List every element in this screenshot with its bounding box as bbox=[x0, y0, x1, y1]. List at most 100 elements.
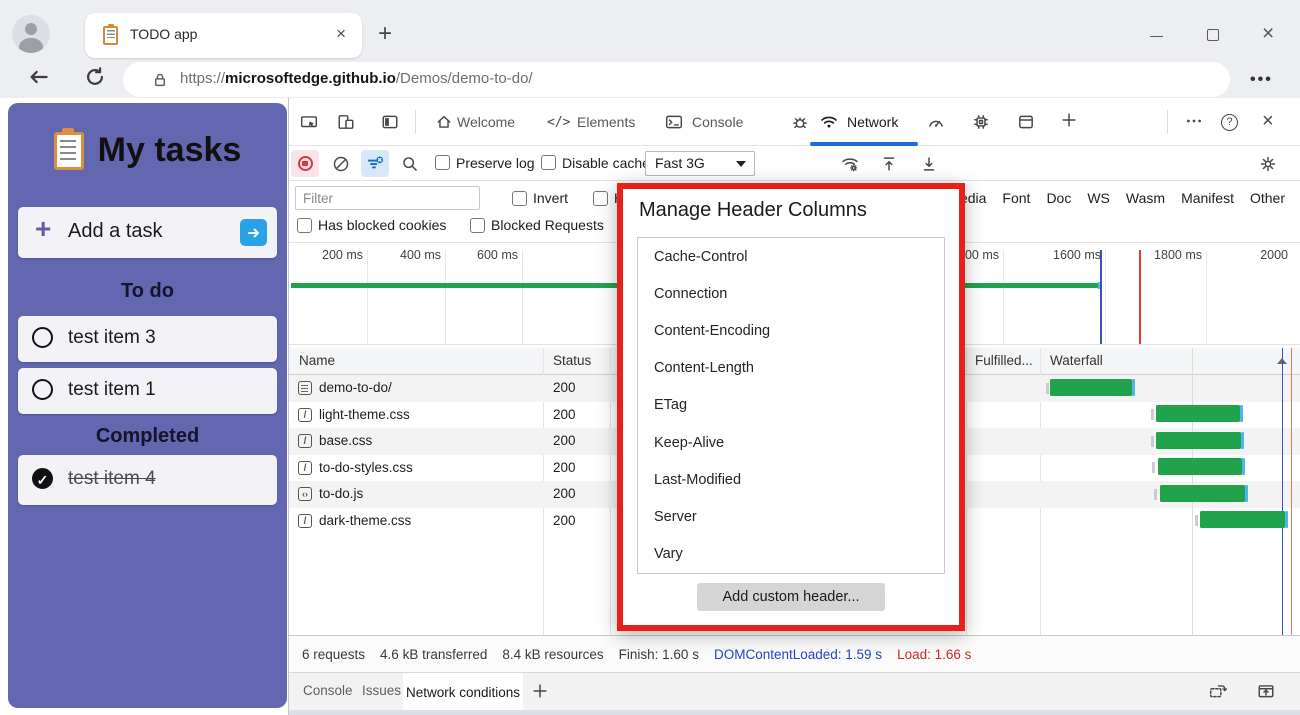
network-toolbar: Preserve log Disable cache Fast 3G bbox=[289, 146, 1300, 181]
chip-other[interactable]: Other bbox=[1250, 190, 1285, 206]
activity-bar-icon[interactable] bbox=[381, 113, 399, 134]
debugger-bug-icon[interactable] bbox=[791, 113, 809, 134]
performance-gauge-icon[interactable] bbox=[927, 113, 945, 134]
application-icon[interactable] bbox=[1017, 113, 1035, 134]
minimize-button[interactable] bbox=[1150, 36, 1163, 37]
elements-code-icon[interactable]: </> bbox=[547, 115, 570, 130]
tab-close-icon[interactable]: × bbox=[336, 24, 346, 44]
clear-button[interactable] bbox=[327, 150, 355, 177]
browser-tab[interactable]: TODO app × bbox=[85, 13, 362, 58]
profile-avatar[interactable] bbox=[12, 15, 50, 53]
header-option[interactable]: ETag bbox=[638, 387, 944, 424]
todo-panel: My tasks + Add a task To do test item 3 … bbox=[8, 103, 287, 708]
window-bottom-edge bbox=[289, 710, 1300, 715]
wifi-gear-icon bbox=[841, 155, 859, 173]
inspect-icon[interactable] bbox=[300, 113, 318, 134]
column-waterfall[interactable]: Waterfall bbox=[1050, 353, 1103, 368]
waterfall-bar[interactable] bbox=[1200, 511, 1285, 528]
column-name[interactable]: Name bbox=[299, 353, 335, 368]
new-tab-button[interactable]: + bbox=[378, 20, 392, 48]
memory-chip-icon[interactable] bbox=[972, 113, 990, 134]
filter-button[interactable] bbox=[361, 150, 389, 177]
separator bbox=[415, 110, 416, 134]
header-option[interactable]: Content-Encoding bbox=[638, 312, 944, 349]
header-option[interactable]: Server bbox=[638, 499, 944, 536]
header-option[interactable]: Content-Length bbox=[638, 350, 944, 387]
add-task-submit-button[interactable] bbox=[240, 219, 267, 246]
header-option[interactable]: Cache-Control bbox=[638, 238, 944, 275]
import-har-button[interactable] bbox=[875, 150, 903, 177]
header-option[interactable]: Keep-Alive bbox=[638, 424, 944, 461]
drawer-add-tab-icon[interactable] bbox=[531, 682, 549, 703]
browser-menu-button[interactable]: ••• bbox=[1250, 71, 1273, 89]
expand-drawer-icon[interactable] bbox=[1257, 682, 1275, 703]
chip-ws[interactable]: WS bbox=[1087, 190, 1110, 206]
window-close-button[interactable]: × bbox=[1262, 22, 1274, 46]
checked-circle-icon[interactable]: ✓ bbox=[32, 468, 53, 489]
console-icon[interactable] bbox=[665, 113, 683, 134]
device-emulation-icon[interactable] bbox=[337, 113, 355, 134]
has-blocked-cookies-checkbox[interactable] bbox=[297, 218, 312, 233]
waterfall-bar[interactable] bbox=[1160, 485, 1245, 502]
disable-cache-checkbox[interactable] bbox=[541, 155, 556, 170]
devtools-close-icon[interactable]: × bbox=[1262, 110, 1274, 133]
plus-icon: + bbox=[35, 213, 51, 245]
header-option[interactable]: Last-Modified bbox=[638, 461, 944, 498]
chip-font[interactable]: Font bbox=[1002, 190, 1030, 206]
waterfall-bar[interactable] bbox=[1156, 432, 1241, 449]
todo-item[interactable]: test item 3 bbox=[18, 316, 277, 362]
rotate-device-icon[interactable] bbox=[1209, 682, 1227, 703]
export-arrow-icon bbox=[920, 155, 938, 173]
chip-wasm[interactable]: Wasm bbox=[1126, 190, 1165, 206]
add-task-field[interactable]: + Add a task bbox=[18, 207, 277, 258]
export-har-button[interactable] bbox=[915, 150, 943, 177]
devtools-menu-icon[interactable] bbox=[1185, 112, 1203, 133]
script-file-icon bbox=[298, 487, 312, 501]
devtools-drawer: Console Issues Network conditions bbox=[289, 672, 1300, 710]
hide-data-urls-checkbox[interactable] bbox=[593, 191, 608, 206]
tab-network[interactable]: Network bbox=[847, 114, 898, 130]
preserve-log-checkbox[interactable] bbox=[435, 155, 450, 170]
chip-doc[interactable]: Doc bbox=[1046, 190, 1071, 206]
back-button[interactable] bbox=[28, 66, 50, 93]
throttling-dropdown[interactable]: Fast 3G bbox=[645, 151, 755, 176]
record-button[interactable] bbox=[291, 150, 319, 177]
blocked-requests-checkbox[interactable] bbox=[470, 218, 485, 233]
waterfall-bar[interactable] bbox=[1156, 405, 1240, 422]
refresh-button[interactable] bbox=[84, 66, 106, 93]
network-settings-gear-icon[interactable] bbox=[1254, 150, 1282, 177]
requests-count: 6 requests bbox=[302, 647, 365, 662]
column-status[interactable]: Status bbox=[553, 353, 591, 368]
dropdown-caret-icon bbox=[736, 161, 746, 167]
drawer-tab-issues[interactable]: Issues bbox=[362, 683, 401, 698]
add-custom-header-button[interactable]: Add custom header... bbox=[697, 583, 885, 611]
todo-item[interactable]: test item 1 bbox=[18, 368, 277, 414]
network-conditions-button[interactable] bbox=[836, 150, 864, 177]
tab-elements[interactable]: Elements bbox=[577, 114, 635, 130]
maximize-button[interactable] bbox=[1207, 29, 1219, 41]
header-option[interactable]: Vary bbox=[638, 536, 944, 573]
completed-item[interactable]: ✓ test item 4 bbox=[18, 455, 277, 505]
stylesheet-file-icon bbox=[298, 461, 312, 475]
invert-checkbox[interactable] bbox=[512, 191, 527, 206]
completed-section-heading: Completed bbox=[8, 425, 287, 448]
drawer-tab-console[interactable]: Console bbox=[303, 683, 353, 698]
waterfall-bar[interactable] bbox=[1050, 379, 1132, 396]
tab-title: TODO app bbox=[130, 26, 197, 42]
devtools-panel: Welcome </> Elements Console Network bbox=[289, 98, 1300, 715]
chip-manifest[interactable]: Manifest bbox=[1181, 190, 1234, 206]
more-tools-plus-icon[interactable] bbox=[1060, 111, 1078, 132]
network-wifi-icon[interactable] bbox=[820, 113, 838, 134]
checkbox-circle-icon[interactable] bbox=[32, 379, 53, 400]
tab-console[interactable]: Console bbox=[692, 114, 743, 130]
checkbox-circle-icon[interactable] bbox=[32, 327, 53, 348]
help-icon[interactable]: ? bbox=[1221, 114, 1238, 131]
waterfall-bar[interactable] bbox=[1158, 458, 1242, 475]
search-button[interactable] bbox=[396, 150, 424, 177]
drawer-tab-network-conditions[interactable]: Network conditions bbox=[403, 673, 523, 711]
header-option[interactable]: Connection bbox=[638, 275, 944, 312]
home-icon[interactable] bbox=[435, 113, 453, 134]
filter-input[interactable] bbox=[295, 186, 480, 210]
column-fulfilled[interactable]: Fulfilled... bbox=[975, 353, 1033, 368]
tab-welcome[interactable]: Welcome bbox=[457, 114, 515, 130]
